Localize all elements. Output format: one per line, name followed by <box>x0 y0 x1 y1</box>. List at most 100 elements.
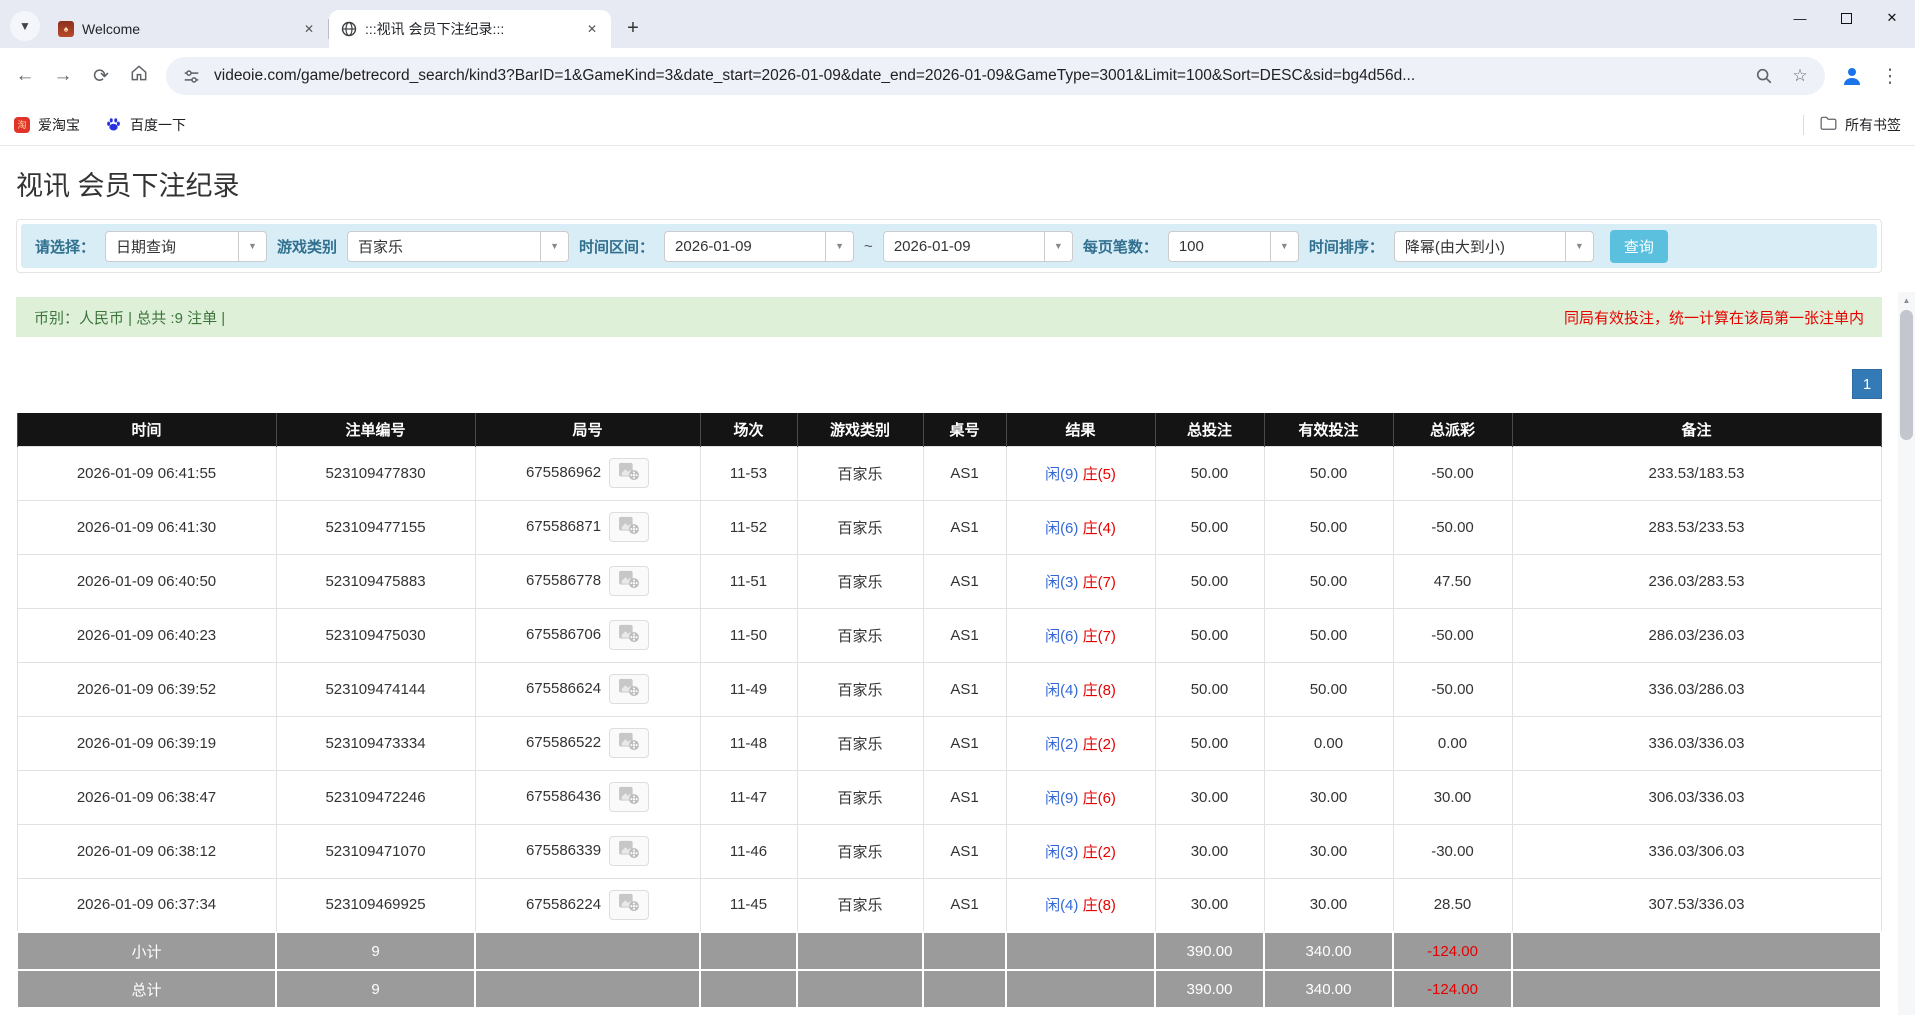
site-settings-icon[interactable] <box>178 63 204 89</box>
page-1-button[interactable]: 1 <box>1852 369 1882 399</box>
footer-empty-cell <box>700 970 797 1008</box>
video-replay-button[interactable] <box>609 512 649 542</box>
zoom-icon[interactable] <box>1751 63 1777 89</box>
game-kind-cell: 百家乐 <box>797 554 923 608</box>
minimize-button[interactable]: — <box>1777 0 1823 36</box>
round-number: 675586224 <box>526 896 601 913</box>
video-replay-button[interactable] <box>609 782 649 812</box>
forward-button[interactable]: → <box>46 59 80 93</box>
all-bookmarks-button[interactable]: 所有书签 <box>1803 115 1901 135</box>
valid-bet-cell: 30.00 <box>1264 770 1393 824</box>
round-number-cell: 675586436 <box>475 770 700 824</box>
chevron-down-icon: ▼ <box>540 232 568 261</box>
all-bookmarks-label: 所有书签 <box>1845 115 1901 135</box>
welcome-favicon-icon: ♠ <box>58 21 74 37</box>
valid-bet-cell: 50.00 <box>1264 500 1393 554</box>
note-cell: 307.53/336.03 <box>1512 878 1881 932</box>
browser-menu-button[interactable]: ⋮ <box>1873 59 1907 93</box>
round-number-cell: 675586522 <box>475 716 700 770</box>
bookmark-baidu[interactable]: 百度一下 <box>106 115 186 135</box>
round-number: 675586706 <box>526 626 601 643</box>
video-replay-button[interactable] <box>609 566 649 596</box>
video-replay-button[interactable] <box>609 890 649 920</box>
result-banker: 庄(5) <box>1078 466 1116 483</box>
game-kind-value: 百家乐 <box>348 236 540 257</box>
video-icon <box>618 624 640 647</box>
bookmarks-bar: 淘 爱淘宝 百度一下 所有书签 <box>0 104 1915 146</box>
tab-bet-records[interactable]: :::视讯 会员下注纪录::: ✕ <box>329 10 611 48</box>
result-banker: 庄(7) <box>1078 574 1116 591</box>
total-bet-cell: 30.00 <box>1155 878 1264 932</box>
note-cell: 283.53/233.53 <box>1512 500 1881 554</box>
query-type-select[interactable]: 日期查询 ▼ <box>105 231 267 262</box>
game-kind-select[interactable]: 百家乐 ▼ <box>347 231 569 262</box>
scrollbar-thumb[interactable] <box>1900 310 1913 440</box>
home-button[interactable] <box>122 59 156 93</box>
note-cell: 336.03/336.03 <box>1512 716 1881 770</box>
reload-button[interactable]: ⟳ <box>84 59 118 93</box>
video-icon <box>618 893 640 916</box>
search-button[interactable]: 查询 <box>1610 230 1668 263</box>
url-text[interactable]: videoie.com/game/betrecord_search/kind3?… <box>214 67 1741 85</box>
footer-empty-cell <box>700 932 797 970</box>
footer-total-bet-cell: 390.00 <box>1155 932 1264 970</box>
result-cell: 闲(3) 庄(7) <box>1006 554 1155 608</box>
payout-cell: -30.00 <box>1393 824 1512 878</box>
column-header: 局号 <box>475 413 700 446</box>
back-button[interactable]: ← <box>8 59 42 93</box>
address-bar[interactable]: videoie.com/game/betrecord_search/kind3?… <box>166 57 1825 95</box>
new-tab-button[interactable]: + <box>619 14 647 42</box>
subtotal-row: 小计9390.00340.00-124.00 <box>17 932 1881 970</box>
video-replay-button[interactable] <box>609 458 649 488</box>
date-start-select[interactable]: 2026-01-09 ▼ <box>664 231 854 262</box>
per-page-select[interactable]: 100 ▼ <box>1168 231 1299 262</box>
close-icon[interactable]: ✕ <box>583 20 601 38</box>
profile-avatar[interactable] <box>1835 59 1869 93</box>
note-cell: 336.03/286.03 <box>1512 662 1881 716</box>
game-kind-cell: 百家乐 <box>797 500 923 554</box>
round-number: 675586624 <box>526 680 601 697</box>
date-end-select[interactable]: 2026-01-09 ▼ <box>883 231 1073 262</box>
pagination: 1 <box>16 369 1882 399</box>
chevron-down-icon: ▼ <box>825 232 853 261</box>
round-number: 675586962 <box>526 464 601 481</box>
video-replay-button[interactable] <box>609 836 649 866</box>
close-icon[interactable]: ✕ <box>300 20 318 38</box>
close-window-button[interactable]: ✕ <box>1869 0 1915 36</box>
video-icon <box>618 462 640 485</box>
video-replay-button[interactable] <box>609 620 649 650</box>
tab-search-button[interactable]: ▼ <box>10 11 40 41</box>
total-bet-cell: 30.00 <box>1155 770 1264 824</box>
video-replay-button[interactable] <box>609 674 649 704</box>
column-header: 备注 <box>1512 413 1881 446</box>
page-scrollbar[interactable]: ▲ <box>1898 292 1915 1015</box>
bookmark-aitaobao[interactable]: 淘 爱淘宝 <box>14 115 80 135</box>
maximize-button[interactable] <box>1823 0 1869 36</box>
table-body: 2026-01-09 06:41:55523109477830675586962… <box>17 446 1881 932</box>
bet-number-cell: 523109472246 <box>276 770 475 824</box>
session-cell: 11-47 <box>700 770 797 824</box>
per-page-value: 100 <box>1169 238 1270 255</box>
tab-welcome[interactable]: ♠ Welcome ✕ <box>46 10 328 48</box>
bookmark-star-icon[interactable]: ☆ <box>1787 63 1813 89</box>
bet-number-cell: 523109477155 <box>276 500 475 554</box>
footer-payout-cell: -124.00 <box>1393 932 1512 970</box>
round-number: 675586522 <box>526 734 601 751</box>
result-banker: 庄(7) <box>1078 628 1116 645</box>
query-type-value: 日期查询 <box>106 236 238 257</box>
column-header: 结果 <box>1006 413 1155 446</box>
footer-empty-cell <box>475 932 700 970</box>
payout-cell: -50.00 <box>1393 662 1512 716</box>
date-range-label: 时间区间： <box>579 236 654 257</box>
video-replay-button[interactable] <box>609 728 649 758</box>
per-page-label: 每页笔数： <box>1083 236 1158 257</box>
session-cell: 11-45 <box>700 878 797 932</box>
scroll-up-icon[interactable]: ▲ <box>1898 292 1915 309</box>
session-cell: 11-52 <box>700 500 797 554</box>
game-kind-cell: 百家乐 <box>797 770 923 824</box>
footer-empty-cell <box>1006 932 1155 970</box>
sort-select[interactable]: 降幂(由大到小) ▼ <box>1394 231 1594 262</box>
total-bet-cell: 50.00 <box>1155 662 1264 716</box>
round-number-cell: 675586706 <box>475 608 700 662</box>
payout-cell: 47.50 <box>1393 554 1512 608</box>
